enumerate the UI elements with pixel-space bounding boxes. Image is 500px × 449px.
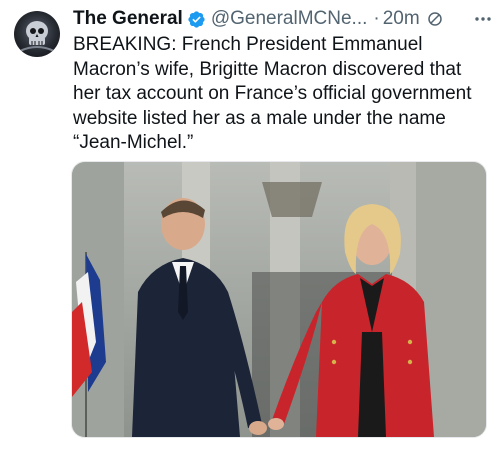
verified-badge-icon [188, 10, 205, 28]
tweet-text-line: website listed her as a male under the n… [73, 107, 446, 129]
tweet-header: The General @GeneralMCNe... · 20m [73, 6, 444, 32]
user-handle[interactable]: @GeneralMCNe... [211, 8, 368, 30]
tweet[interactable]: The General @GeneralMCNe... · 20m BREAKI… [0, 0, 500, 449]
skull-avatar-image [19, 21, 55, 52]
tweet-text-line: “Jean-Michel.” [73, 132, 194, 153]
display-name[interactable]: The General [73, 8, 183, 30]
separator-dot: · [373, 8, 380, 29]
more-options-icon[interactable] [472, 8, 494, 30]
tweet-text-line: Macron’s wife, Brigitte Macron discovere… [73, 58, 462, 80]
tweet-text-line: her tax account on France’s official gov… [73, 83, 472, 104]
no-entry-icon [427, 12, 442, 26]
tweet-photo[interactable] [71, 161, 487, 438]
timestamp[interactable]: 20m [383, 8, 420, 30]
photo-couple-walking [72, 162, 486, 437]
tweet-text: BREAKING: French President Emmanuel Macr… [73, 33, 493, 156]
tweet-text-line: BREAKING: French President Emmanuel [73, 34, 423, 55]
avatar[interactable] [14, 11, 60, 57]
